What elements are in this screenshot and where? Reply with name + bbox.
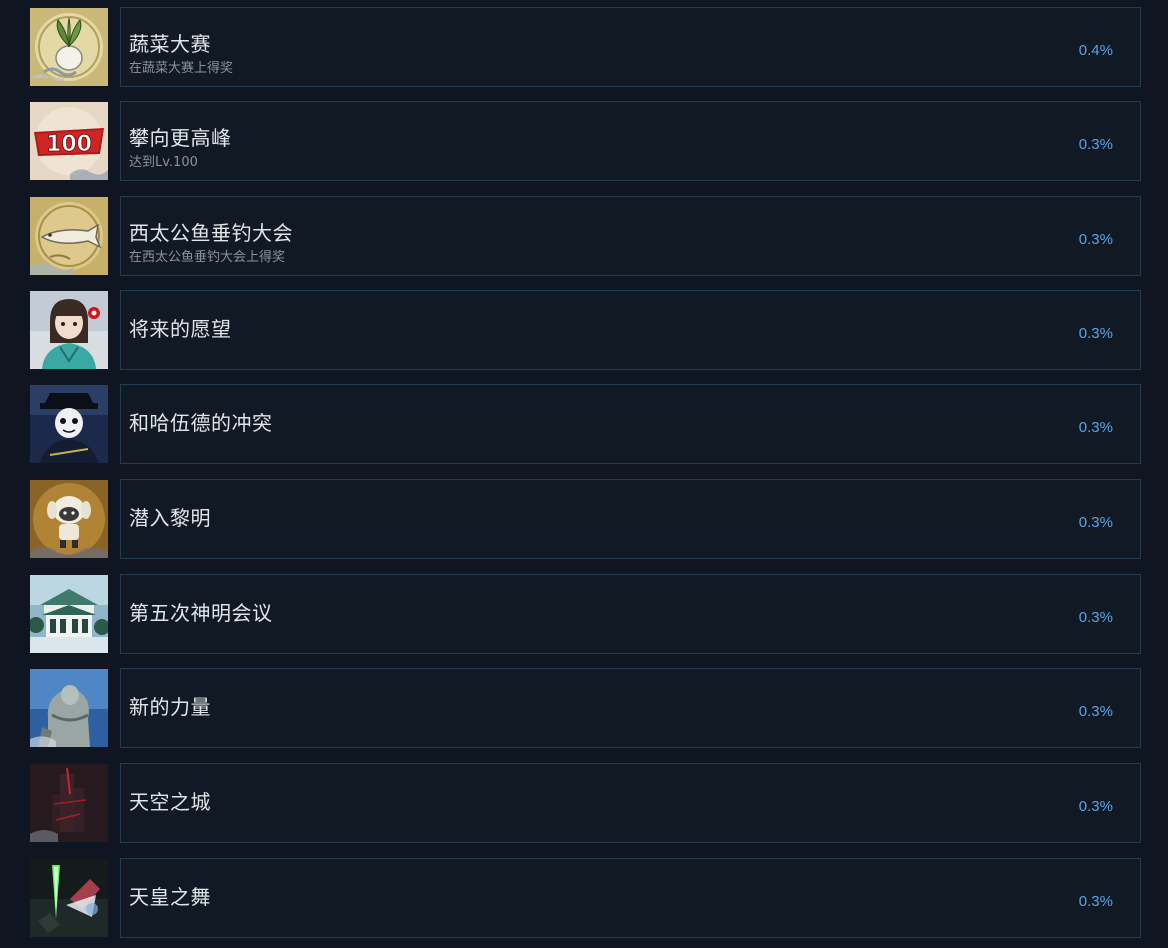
achievement-title: 和哈伍德的冲突 <box>129 411 273 435</box>
achievement-description: 达到Lv.100 <box>129 155 198 170</box>
unlock-percentage: 0.3% <box>1078 798 1113 815</box>
achievement-row[interactable]: 将来的愿望 0.3% <box>0 290 1168 370</box>
unlock-percentage: 0.3% <box>1078 893 1113 910</box>
unlock-percentage: 0.3% <box>1078 136 1113 153</box>
achievement-title: 天皇之舞 <box>129 885 211 909</box>
achievement-row[interactable]: 新的力量 0.3% <box>0 668 1168 748</box>
achievement-title: 新的力量 <box>129 695 211 719</box>
achievement-title: 第五次神明会议 <box>129 601 273 625</box>
achievement-row[interactable]: 和哈伍德的冲突 0.3% <box>0 384 1168 464</box>
achievement-card[interactable]: 天皇之舞 0.3% <box>120 858 1141 938</box>
glowing-sword-icon <box>30 859 108 937</box>
achievement-card[interactable]: 天空之城 0.3% <box>120 763 1141 843</box>
svg-text:100: 100 <box>46 132 92 157</box>
unlock-percentage: 0.3% <box>1078 325 1113 342</box>
achievement-description: 在蔬菜大赛上得奖 <box>129 61 234 76</box>
achievement-row[interactable]: 潜入黎明 0.3% <box>0 479 1168 559</box>
achievement-title: 将来的愿望 <box>129 317 232 341</box>
achievement-row[interactable]: 天皇之舞 0.3% <box>0 858 1168 938</box>
girl-portrait-icon <box>30 291 108 369</box>
achievement-title: 攀向更高峰 <box>129 126 232 150</box>
achievement-card[interactable]: 新的力量 0.3% <box>120 668 1141 748</box>
achievement-row[interactable]: 蔬菜大赛 在蔬菜大赛上得奖 0.4% <box>0 7 1168 87</box>
unlock-percentage: 0.3% <box>1078 514 1113 531</box>
fish-trophy-icon <box>30 197 108 275</box>
unlock-percentage: 0.3% <box>1078 609 1113 626</box>
masked-figure-icon <box>30 385 108 463</box>
achievement-title: 西太公鱼垂钓大会 <box>129 221 293 245</box>
vegetable-trophy-icon <box>30 8 108 86</box>
achievement-row[interactable]: 西太公鱼垂钓大会 在西太公鱼垂钓大会上得奖 0.3% <box>0 196 1168 276</box>
achievement-title: 潜入黎明 <box>129 506 211 530</box>
achievement-card[interactable]: 和哈伍德的冲突 0.3% <box>120 384 1141 464</box>
achievement-title: 蔬菜大赛 <box>129 32 211 56</box>
achievement-row[interactable]: 天空之城 0.3% <box>0 763 1168 843</box>
achievement-card[interactable]: 潜入黎明 0.3% <box>120 479 1141 559</box>
achievement-card[interactable]: 将来的愿望 0.3% <box>120 290 1141 370</box>
unlock-percentage: 0.3% <box>1078 703 1113 720</box>
shrine-building-icon <box>30 575 108 653</box>
achievement-row[interactable]: 100 攀向更高峰 达到Lv.100 0.3% <box>0 101 1168 181</box>
achievement-card[interactable]: 第五次神明会议 0.3% <box>120 574 1141 654</box>
achievement-title: 天空之城 <box>129 790 211 814</box>
unlock-percentage: 0.3% <box>1078 231 1113 248</box>
statue-icon <box>30 669 108 747</box>
level-100-icon: 100 <box>30 102 108 180</box>
achievement-card[interactable]: 蔬菜大赛 在蔬菜大赛上得奖 0.4% <box>120 7 1141 87</box>
achievement-card[interactable]: 西太公鱼垂钓大会 在西太公鱼垂钓大会上得奖 0.3% <box>120 196 1141 276</box>
unlock-percentage: 0.3% <box>1078 419 1113 436</box>
achievement-card[interactable]: 攀向更高峰 达到Lv.100 0.3% <box>120 101 1141 181</box>
achievement-list: 蔬菜大赛 在蔬菜大赛上得奖 0.4% 100 攀向更高峰 达到Lv.100 0.… <box>0 0 1168 948</box>
achievement-description: 在西太公鱼垂钓大会上得奖 <box>129 250 286 265</box>
creature-icon <box>30 480 108 558</box>
unlock-percentage: 0.4% <box>1078 42 1113 59</box>
achievement-row[interactable]: 第五次神明会议 0.3% <box>0 574 1168 654</box>
sky-castle-icon <box>30 764 108 842</box>
